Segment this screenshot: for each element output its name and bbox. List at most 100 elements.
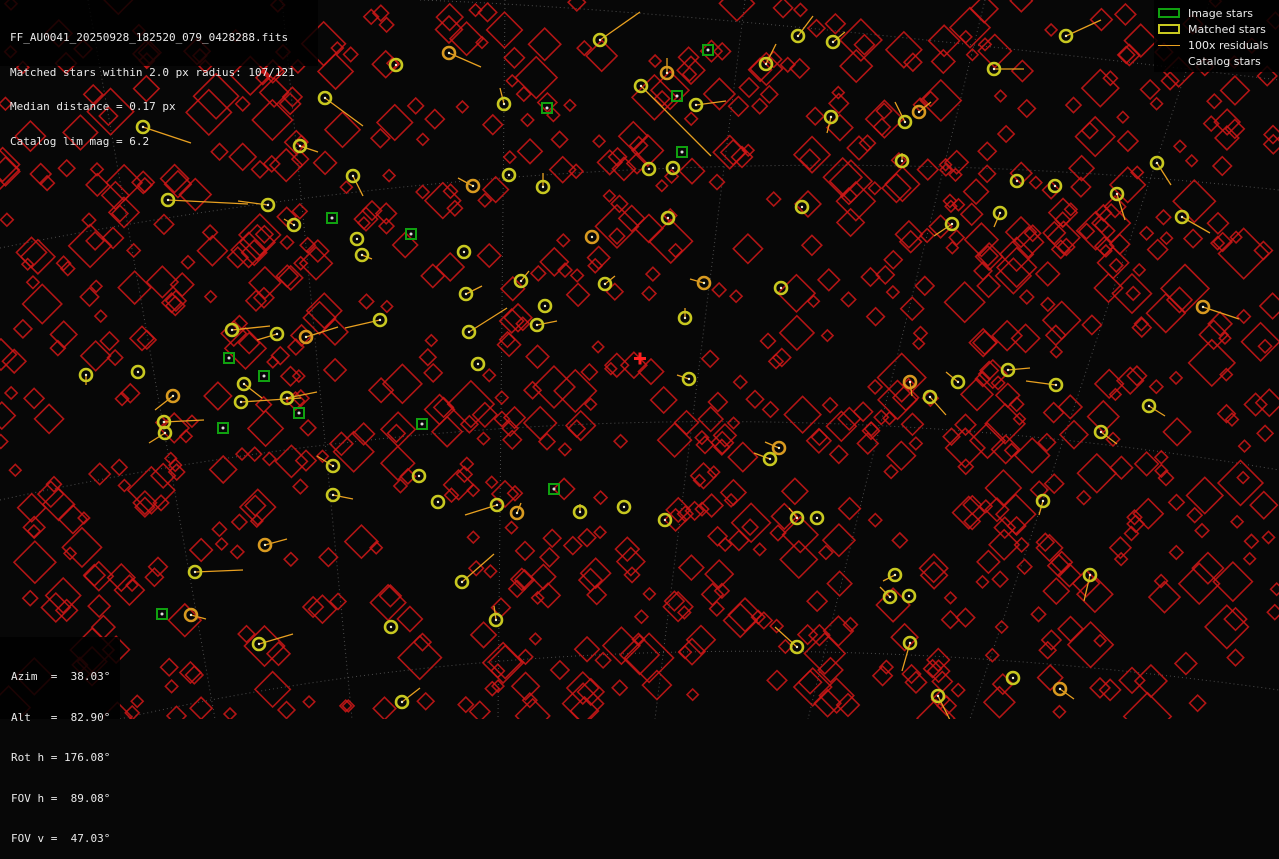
residual-line <box>401 687 421 703</box>
legend-label: Image stars <box>1188 7 1253 20</box>
azimuth: Azim = 38.03° <box>11 670 111 683</box>
catalog-star <box>246 446 263 463</box>
catalog-star <box>1256 424 1275 443</box>
catalog-star <box>466 530 481 545</box>
catalog-star <box>1160 71 1180 91</box>
catalog-star <box>476 242 502 269</box>
matched-star-core <box>1041 499 1045 503</box>
catalog-star <box>1194 522 1210 539</box>
catalog-star <box>164 679 179 694</box>
catalog-star <box>779 539 819 580</box>
catalog-star <box>883 249 904 270</box>
catalog-star <box>1125 285 1142 302</box>
matched-star-core <box>663 518 667 522</box>
catalog-star <box>745 389 765 410</box>
catalog-star <box>1108 536 1133 560</box>
catalog-star <box>1058 419 1090 450</box>
catalog-star <box>718 0 756 22</box>
catalog-star <box>520 112 535 128</box>
catalog-star <box>291 369 306 384</box>
catalog-star <box>867 180 883 196</box>
matched-star-core <box>893 573 897 577</box>
catalog-star <box>320 317 350 347</box>
catalog-star-swatch <box>1158 56 1180 66</box>
catalog-star <box>821 396 839 414</box>
catalog-star <box>230 513 249 531</box>
catalog-star <box>504 520 519 535</box>
catalog-star <box>1177 562 1221 606</box>
catalog-star <box>1226 648 1245 667</box>
catalog-star <box>1013 536 1030 554</box>
matched-star-core <box>1015 179 1019 183</box>
catalog-star <box>648 53 663 69</box>
catalog-star <box>1206 92 1223 110</box>
file-info-panel: FF_AU0041_20250928_182520_079_0428288.fi… <box>0 0 318 147</box>
catalog-star <box>673 409 700 436</box>
catalog-star <box>1080 121 1099 140</box>
catalog-star <box>61 526 103 569</box>
catalog-star <box>711 281 728 298</box>
image-star-core <box>420 422 424 426</box>
catalog-star <box>732 232 764 265</box>
catalog-star <box>1133 663 1169 699</box>
catalog-star <box>806 294 821 309</box>
catalog-star <box>416 691 436 711</box>
residual-line <box>154 395 174 411</box>
catalog-star <box>26 523 42 539</box>
catalog-star <box>565 282 591 308</box>
matched-star-core <box>193 570 197 574</box>
matched-star-core <box>950 222 954 226</box>
catalog-star <box>806 18 827 38</box>
residual-line <box>243 383 263 399</box>
catalog-star <box>954 413 977 437</box>
catalog-star <box>993 89 1008 103</box>
catalog-star <box>549 659 571 681</box>
image-star-core <box>262 374 266 378</box>
catalog-star <box>667 242 684 259</box>
catalog-star <box>865 306 886 327</box>
residual-line <box>332 494 354 500</box>
matched-star-core <box>796 34 800 38</box>
matched-star-core <box>355 237 359 241</box>
catalog-star <box>420 263 446 289</box>
matched-star-core <box>687 377 691 381</box>
catalog-star <box>424 108 446 130</box>
catalog-star <box>528 632 543 646</box>
catalog-star <box>246 409 285 448</box>
catalog-star <box>110 458 129 477</box>
catalog-star <box>276 700 297 719</box>
catalog-star <box>706 525 729 547</box>
catalog-star <box>1122 691 1173 719</box>
catalog-star <box>867 378 884 395</box>
matched-star-core <box>956 380 960 384</box>
catalog-star <box>642 586 657 601</box>
catalog-star <box>846 135 872 161</box>
catalog-star <box>875 264 896 286</box>
matched-star-core <box>494 618 498 622</box>
catalog-star <box>699 39 724 63</box>
catalog-star <box>904 670 928 694</box>
matched-star-core <box>543 304 547 308</box>
catalog-star <box>1159 231 1174 246</box>
residual-line-swatch <box>1158 45 1180 46</box>
matched-stars-summary: Matched stars within 2.0 px radius: 107/… <box>10 65 295 79</box>
catalog-star <box>1204 604 1250 650</box>
catalog-star <box>1116 129 1140 153</box>
catalog-star <box>1052 704 1067 719</box>
catalog-star <box>1186 506 1204 524</box>
catalog-star <box>730 502 772 544</box>
matched-star-core <box>163 431 167 435</box>
catalog-star <box>99 330 120 352</box>
catalog-star <box>87 593 112 619</box>
catalog-star <box>1148 378 1165 395</box>
matched-star-core <box>239 400 243 404</box>
catalog-star <box>477 2 498 23</box>
catalog-star <box>611 679 629 697</box>
catalog-star <box>553 368 598 414</box>
catalog-star <box>899 296 925 322</box>
catalog-star <box>789 57 811 80</box>
catalog-star <box>752 542 767 557</box>
catalog-star <box>188 537 214 563</box>
catalog-star <box>1009 0 1034 13</box>
catalog-star <box>167 602 203 638</box>
